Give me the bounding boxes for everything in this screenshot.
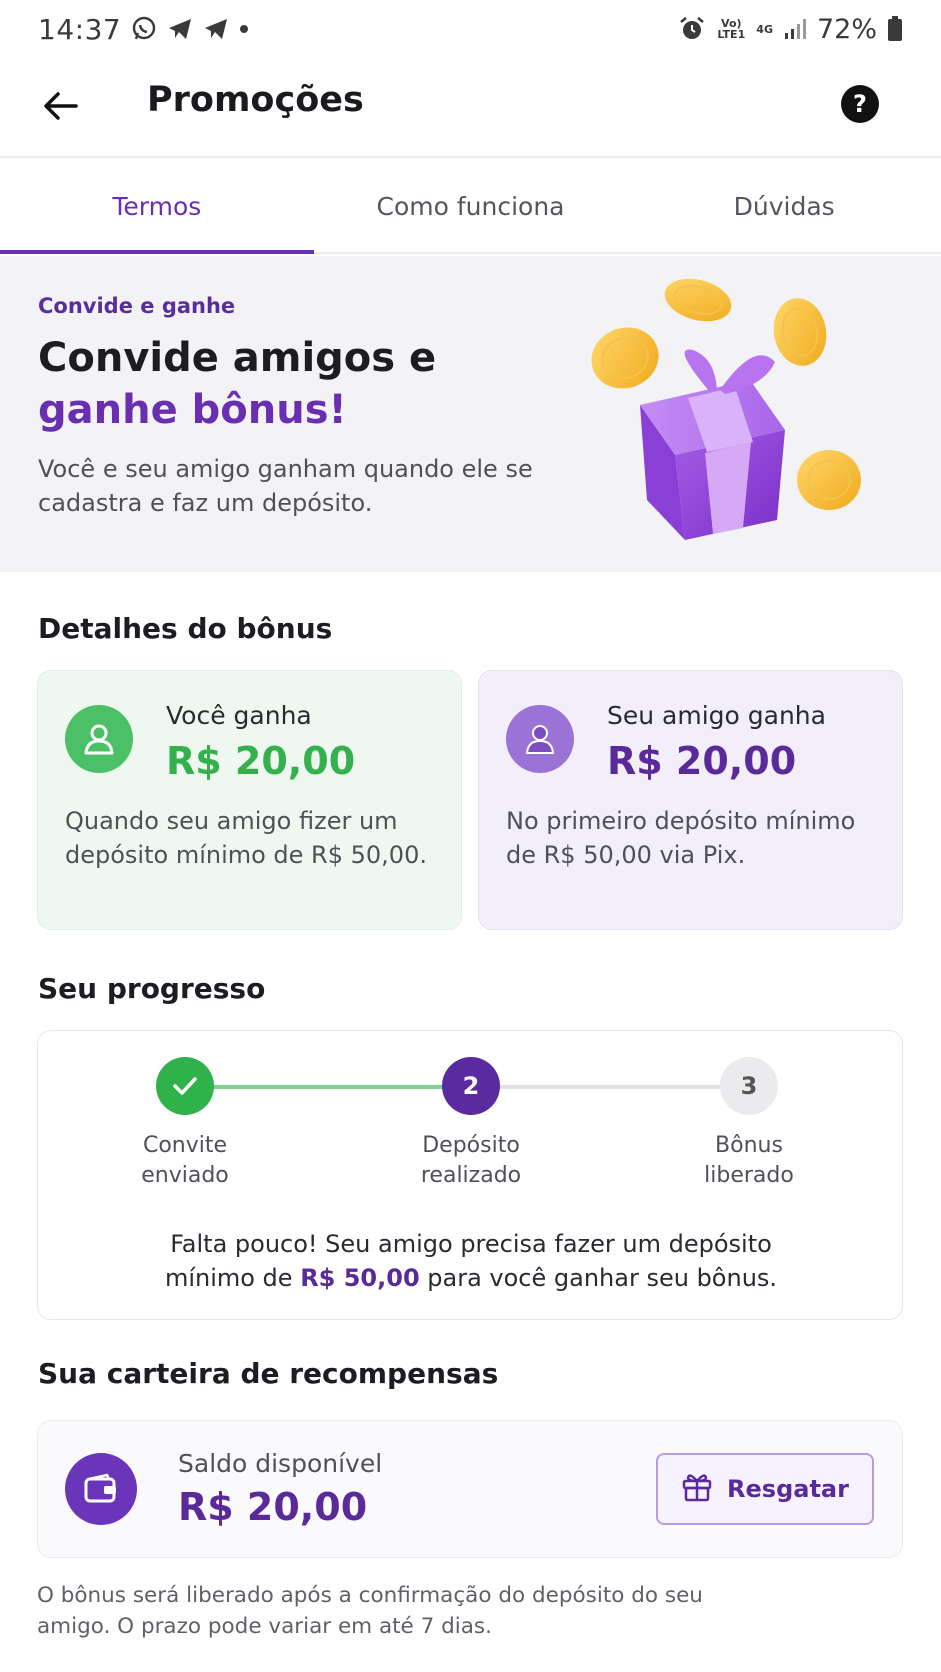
hero-title: Convide amigos e ganhe bônus! <box>38 332 436 436</box>
friend-earns-card: Seu amigo ganha R$ 20,00 No primeiro dep… <box>478 670 903 930</box>
question-mark-icon: ? <box>853 90 867 118</box>
network-type: 4G <box>756 22 773 36</box>
status-bar-left: 14:37 <box>38 13 249 46</box>
telegram-icon <box>203 17 229 41</box>
bonus-section-title: Detalhes do bônus <box>38 612 333 645</box>
hero-eyebrow: Convide e ganhe <box>38 294 236 318</box>
progress-message-prefix: mínimo de <box>164 1264 301 1292</box>
help-button[interactable]: ? <box>841 85 879 123</box>
wallet-icon <box>65 1453 137 1525</box>
alarm-icon <box>678 15 706 43</box>
page-title: Promoções <box>147 80 364 120</box>
tab-termos[interactable]: Termos <box>0 160 314 254</box>
tab-bar: Termos Como funciona Dúvidas <box>0 160 941 254</box>
wallet-card: Saldo disponível R$ 20,00 Resgatar <box>37 1420 903 1558</box>
you-earn-card: Você ganha R$ 20,00 Quando seu amigo fiz… <box>37 670 462 930</box>
arrow-left-icon <box>42 91 78 125</box>
redeem-label: Resgatar <box>727 1475 849 1503</box>
step-2-label: Depósito realizado <box>381 1131 561 1191</box>
notification-dot-icon <box>239 24 249 34</box>
step-1-check-icon <box>156 1057 214 1115</box>
whatsapp-icon <box>131 16 157 42</box>
gift-icon <box>681 1470 713 1508</box>
hero-description: Você e seu amigo ganham quando ele se ca… <box>38 455 533 517</box>
friend-earns-label: Seu amigo ganha <box>607 701 826 730</box>
wallet-section-title: Sua carteira de recompensas <box>38 1357 499 1390</box>
you-earn-label: Você ganha <box>166 701 312 730</box>
signal-icon <box>783 17 807 41</box>
progress-message-line1: Falta pouco! Seu amigo precisa fazer um … <box>170 1230 772 1258</box>
progress-message-suffix: para você ganhar seu bônus. <box>419 1264 778 1292</box>
hero-title-line1: Convide amigos e <box>38 335 437 381</box>
volte-indicator: Vo) LTE1 <box>717 17 746 41</box>
step-1-label-line2: enviado <box>141 1163 229 1188</box>
hero-title-line2: ganhe bônus! <box>38 387 347 433</box>
friend-earns-description: No primeiro depósito mínimo de R$ 50,00 … <box>506 807 856 869</box>
step-3-label: Bônus liberado <box>659 1131 839 1191</box>
gift-coins-illustration <box>585 270 885 560</box>
you-earn-description: Quando seu amigo fizer um depósito mínim… <box>65 807 427 869</box>
tab-duvidas[interactable]: Dúvidas <box>627 160 941 252</box>
step-3-label-line2: liberado <box>704 1163 794 1188</box>
status-bar-right: Vo) LTE1 4G 72% <box>678 14 903 45</box>
progress-message-line2: mínimo de R$ 50,00 para você ganhar seu … <box>38 1261 904 1295</box>
status-bar: 14:37 Vo) LTE1 4G 72% <box>0 0 941 58</box>
telegram-icon <box>167 17 193 41</box>
step-2-label-line2: realizado <box>420 1163 522 1188</box>
progress-section-title: Seu progresso <box>38 972 266 1005</box>
step-3-indicator: 3 <box>720 1057 778 1115</box>
you-earn-amount: R$ 20,00 <box>166 739 356 783</box>
progress-card: 2 3 Convite enviado Depósito realizado B… <box>37 1030 903 1320</box>
step-1-label: Convite enviado <box>95 1131 275 1191</box>
status-time: 14:37 <box>38 12 122 46</box>
progress-line-pending <box>473 1085 756 1089</box>
battery-icon <box>887 16 903 42</box>
tab-como-funciona[interactable]: Como funciona <box>314 160 628 252</box>
step-3-label-line1: Bônus <box>715 1133 783 1158</box>
user-avatar-icon <box>65 705 133 773</box>
back-button[interactable] <box>38 86 82 130</box>
wallet-balance-amount: R$ 20,00 <box>178 1485 368 1529</box>
footnote: O bônus será liberado após a confirmação… <box>37 1583 703 1639</box>
step-2-indicator: 2 <box>442 1057 500 1115</box>
progress-message: Falta pouco! Seu amigo precisa fazer um … <box>38 1227 904 1295</box>
redeem-button[interactable]: Resgatar <box>656 1453 874 1525</box>
progress-line-complete <box>185 1085 473 1089</box>
hero-banner: Convide e ganhe Convide amigos e ganhe b… <box>0 256 941 572</box>
step-1-label-line1: Convite <box>142 1133 228 1158</box>
progress-message-amount: R$ 50,00 <box>300 1264 420 1292</box>
step-2-label-line1: Depósito <box>422 1133 520 1158</box>
battery-percent: 72% <box>816 13 877 45</box>
friend-avatar-icon <box>506 705 574 773</box>
wallet-balance-label: Saldo disponível <box>178 1449 383 1478</box>
app-bar: Promoções ? <box>0 58 941 158</box>
friend-earns-amount: R$ 20,00 <box>607 739 797 783</box>
